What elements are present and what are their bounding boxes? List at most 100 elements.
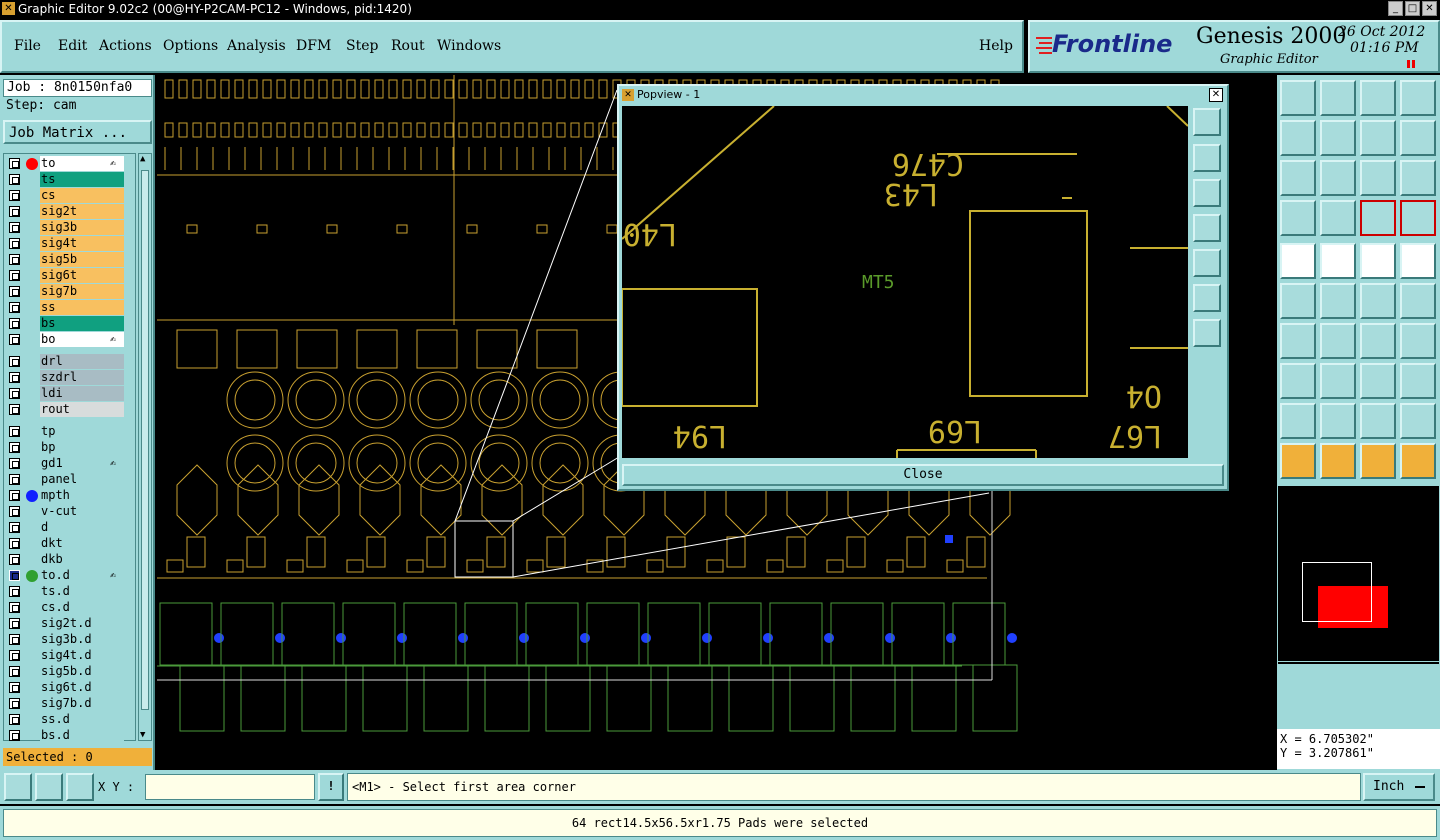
home-up-icon[interactable]	[1280, 80, 1316, 116]
layer-row[interactable]: tp	[6, 424, 124, 440]
layer-checkbox[interactable]	[9, 538, 20, 549]
zoom-center-icon[interactable]	[1320, 160, 1356, 196]
layer-row[interactable]: sig3b	[6, 220, 124, 236]
job-matrix-button[interactable]: Job Matrix ...	[3, 120, 152, 144]
layer-row[interactable]: sig5b	[6, 252, 124, 268]
scale-1-2-icon[interactable]	[1360, 160, 1396, 196]
layer-row[interactable]: gd1 ✍	[6, 456, 124, 472]
layer-row[interactable]: to.d✍ ⊞	[6, 568, 124, 596]
layer-row[interactable]: sig4t	[6, 236, 124, 252]
polygon-icon[interactable]	[1320, 403, 1356, 439]
layer-checkbox[interactable]	[9, 158, 20, 169]
layer-row[interactable]: sig6t.d	[6, 680, 124, 696]
cut-icon[interactable]	[1400, 403, 1436, 439]
line-diag-icon[interactable]	[1320, 323, 1356, 359]
net-pointer-icon[interactable]	[1400, 443, 1436, 479]
layer-row[interactable]: ss	[6, 300, 124, 316]
layer-row[interactable]: v-cut	[6, 504, 124, 520]
layer-row[interactable]: d	[6, 520, 124, 536]
menu-windows[interactable]: Windows	[437, 38, 501, 54]
layer-checkbox[interactable]	[9, 254, 20, 265]
redraw-icon[interactable]	[1400, 120, 1436, 156]
popview-pan-up-icon[interactable]	[1193, 144, 1221, 172]
layer-row[interactable]: cs	[6, 188, 124, 204]
layer-checkbox[interactable]	[9, 602, 20, 613]
xy-input[interactable]	[145, 774, 315, 800]
layer-row[interactable]: szdrl	[6, 370, 124, 386]
layer-row[interactable]: ldi	[6, 386, 124, 402]
pan-left-icon[interactable]	[1280, 120, 1316, 156]
layer-row[interactable]: sig7b	[6, 284, 124, 300]
layer-checkbox[interactable]	[9, 334, 20, 345]
layer-checkbox[interactable]	[9, 698, 20, 709]
layer-checkbox[interactable]	[9, 222, 20, 233]
layer-checkbox[interactable]	[9, 238, 20, 249]
connect-icon[interactable]	[1280, 283, 1316, 319]
measure-icon[interactable]	[35, 773, 63, 801]
move-icon[interactable]	[1360, 283, 1396, 319]
copy-icon[interactable]	[1400, 283, 1436, 319]
menu-edit[interactable]: Edit	[58, 38, 87, 54]
layer-scrollbar[interactable]: ▲ ▼	[138, 153, 152, 741]
alert-icon[interactable]: !	[318, 773, 344, 801]
ruler-icon[interactable]	[1360, 243, 1396, 279]
layer-checkbox[interactable]	[9, 730, 20, 741]
layer-checkbox[interactable]	[9, 270, 20, 281]
layer-row[interactable]: mpth	[6, 488, 124, 504]
flip-icon[interactable]	[1360, 120, 1396, 156]
draw-line-icon[interactable]	[1320, 243, 1356, 279]
layer-checkbox[interactable]	[9, 426, 20, 437]
snap-icon[interactable]	[4, 773, 32, 801]
overview-viewport[interactable]	[1302, 562, 1372, 622]
minimize-icon[interactable]: _	[1388, 1, 1403, 16]
layer-row[interactable]: panel	[6, 472, 124, 488]
layer-checkbox[interactable]	[9, 506, 20, 517]
house-icon[interactable]	[1360, 80, 1396, 116]
popview-pan-down-icon[interactable]	[1193, 179, 1221, 207]
layer-row[interactable]: ss.d	[6, 712, 124, 728]
layer-checkbox[interactable]	[9, 286, 20, 297]
layer-row[interactable]: bs.d	[6, 728, 124, 744]
layer-row[interactable]: sig4t.d	[6, 648, 124, 664]
popview-close-icon[interactable]: ✕	[1209, 88, 1223, 102]
layer-checkbox[interactable]	[9, 318, 20, 329]
layer-row[interactable]: dkt	[6, 536, 124, 552]
maximize-icon[interactable]: □	[1405, 1, 1420, 16]
scroll-up-icon[interactable]: ▲	[140, 154, 145, 164]
layer-checkbox[interactable]	[9, 554, 20, 565]
popview-zoom-fit-icon[interactable]	[1193, 108, 1221, 136]
layer-row[interactable]: sig2t	[6, 204, 124, 220]
group-icon[interactable]	[1400, 363, 1436, 399]
home-down-icon[interactable]	[1320, 80, 1356, 116]
popview-close-button[interactable]: Close	[622, 464, 1224, 486]
window-split-icon[interactable]	[1400, 80, 1436, 116]
menu-options[interactable]: Options	[163, 38, 218, 54]
layer-checkbox[interactable]	[9, 302, 20, 313]
menu-analysis[interactable]: Analysis	[227, 38, 286, 54]
popview-canvas[interactable]: C476 L43 L40 L69 L94 L67 O4 MT5	[622, 106, 1188, 458]
feature-add-icon[interactable]	[1280, 243, 1316, 279]
layer-checkbox[interactable]	[9, 190, 20, 201]
line-angle-icon[interactable]	[1280, 323, 1316, 359]
layer-row[interactable]: ts.d	[6, 584, 124, 600]
split-icon[interactable]	[1320, 363, 1356, 399]
menu-rout[interactable]: Rout	[391, 38, 425, 54]
popview-pan-right-icon[interactable]	[1193, 249, 1221, 277]
layer-row[interactable]: drl	[6, 354, 124, 370]
layer-checkbox[interactable]	[9, 442, 20, 453]
layer-checkbox[interactable]	[9, 474, 20, 485]
layer-checkbox[interactable]	[9, 650, 20, 661]
layer-checkbox[interactable]	[9, 356, 20, 367]
layer-row[interactable]: bo ✍	[6, 332, 124, 348]
resize-icon[interactable]	[1360, 363, 1396, 399]
layer-checkbox[interactable]	[9, 388, 20, 399]
delete-x-icon[interactable]	[1320, 283, 1356, 319]
layer-row[interactable]: sig7b.d	[6, 696, 124, 712]
layer-row[interactable]: bp	[6, 440, 124, 456]
layer-row[interactable]: sig2t.d	[6, 616, 124, 632]
tools-icon[interactable]	[1280, 200, 1316, 236]
layer-checkbox[interactable]	[9, 490, 20, 501]
select-feature-icon[interactable]	[1360, 443, 1396, 479]
layer-row[interactable]: sig6t	[6, 268, 124, 284]
layer-checkbox[interactable]	[9, 372, 20, 383]
